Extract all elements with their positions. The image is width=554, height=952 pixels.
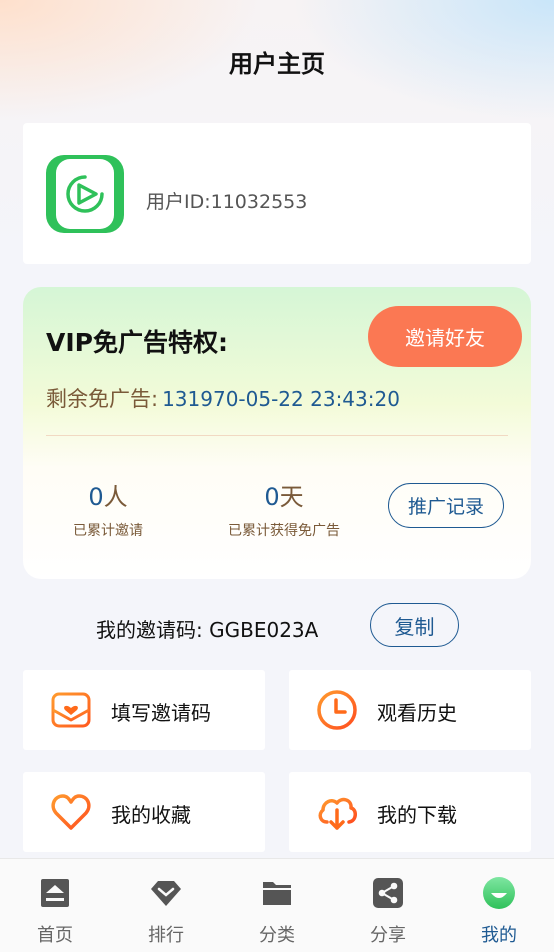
tab-ranking[interactable]: 排行: [111, 859, 221, 952]
folder-icon: [263, 882, 291, 905]
remaining-ad-free: 剩余免广告: 131970-05-22 23:43:20: [46, 383, 400, 413]
vip-card: VIP免广告特权: 邀请好友 剩余免广告: 131970-05-22 23:43:…: [23, 287, 531, 579]
promotion-record-button[interactable]: 推广记录: [388, 483, 504, 528]
tab-category[interactable]: 分类: [222, 859, 332, 952]
divider: [46, 435, 508, 436]
stat-number: 0: [88, 483, 104, 511]
remaining-label: 剩余免广告:: [46, 387, 159, 411]
invite-code-value: GGBE023A: [209, 618, 319, 642]
menu-label: 观看历史: [377, 701, 457, 725]
invited-count-stat: 0人 已累计邀请: [63, 477, 153, 540]
tab-home[interactable]: 首页: [0, 859, 110, 952]
remaining-value: 131970-05-22 23:43:20: [162, 387, 400, 411]
bottom-tab-bar: 首页 排行 分类 分享 我的: [0, 858, 554, 952]
ad-free-days-stat: 0天 已累计获得免广告: [209, 477, 359, 540]
stat-label: 已累计邀请: [73, 523, 143, 539]
tab-label: 我的: [481, 925, 517, 946]
copy-button[interactable]: 复制: [370, 603, 459, 647]
play-logo-icon: [66, 175, 104, 213]
share-icon: [373, 878, 403, 908]
invite-friends-button[interactable]: 邀请好友: [368, 306, 522, 367]
stat-unit: 天: [279, 483, 304, 511]
stat-number: 0: [264, 483, 280, 511]
vip-title: VIP免广告特权:: [46, 328, 228, 357]
heart-icon: [51, 794, 91, 830]
profile-icon: [483, 877, 515, 909]
tab-label: 首页: [37, 925, 73, 946]
tab-mine[interactable]: 我的: [444, 859, 554, 952]
menu-label: 我的下载: [377, 803, 457, 827]
menu-label: 填写邀请码: [111, 701, 211, 725]
menu-label: 我的收藏: [111, 803, 191, 827]
tab-label: 分类: [259, 925, 295, 946]
user-id: 用户ID:11032553: [146, 191, 308, 213]
menu-enter-invite-code[interactable]: 填写邀请码: [23, 670, 265, 750]
invite-code-label: 我的邀请码:: [96, 618, 203, 642]
home-icon: [41, 879, 69, 907]
menu-watch-history[interactable]: 观看历史: [289, 670, 531, 750]
page-title: 用户主页: [229, 50, 325, 78]
stat-label: 已累计获得免广告: [228, 523, 340, 539]
cloud-download-icon: [318, 797, 357, 830]
menu-my-downloads[interactable]: 我的下载: [289, 772, 531, 852]
tab-share[interactable]: 分享: [333, 859, 443, 952]
stat-unit: 人: [103, 483, 128, 511]
tab-label: 分享: [370, 925, 406, 946]
clock-icon: [317, 690, 357, 730]
ranking-icon: [151, 881, 181, 906]
profile-card: 用户ID:11032553: [23, 123, 531, 264]
invite-code-row: 我的邀请码: GGBE023A: [96, 614, 318, 643]
tab-label: 排行: [148, 925, 184, 946]
menu-my-favorites[interactable]: 我的收藏: [23, 772, 265, 852]
avatar[interactable]: [46, 155, 124, 233]
envelope-heart-icon: [51, 692, 91, 728]
